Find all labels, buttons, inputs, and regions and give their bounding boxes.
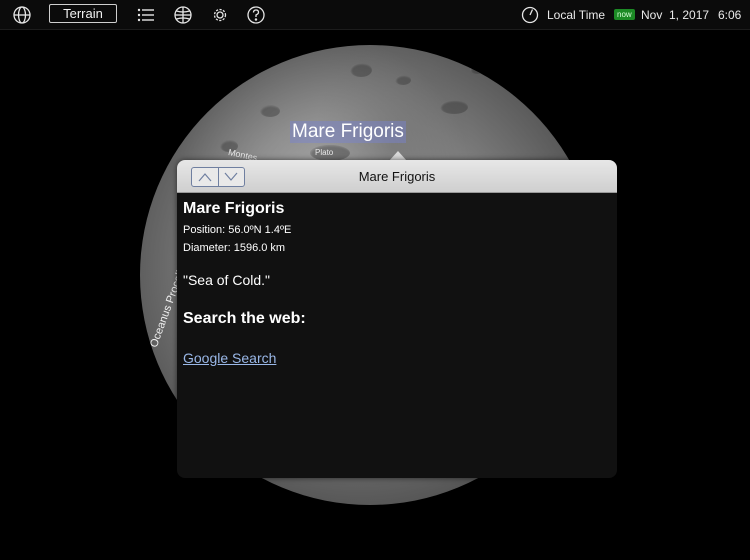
now-button[interactable]: now <box>614 0 635 29</box>
object-name: Mare Frigoris <box>183 200 285 217</box>
chevron-down-icon <box>224 172 238 181</box>
next-button[interactable] <box>217 168 245 186</box>
help-icon[interactable] <box>246 0 266 29</box>
object-description: "Sea of Cold." <box>183 272 270 288</box>
info-popup: Mare Frigoris Mare Frigoris Position: 56… <box>177 160 617 478</box>
time-mode-label[interactable]: Local Time <box>547 0 605 29</box>
chevron-up-icon <box>198 173 212 182</box>
search-heading: Search the web: <box>183 310 306 327</box>
gear-icon[interactable] <box>211 0 229 29</box>
popup-body: Mare Frigoris Position: 56.0ºN 1.4ºE Dia… <box>183 200 608 368</box>
map-label-plato[interactable]: Plato <box>315 148 333 157</box>
top-toolbar: Terrain Local Time now Nov 1, 2017 6:06 <box>0 0 750 30</box>
grid-globe-icon[interactable] <box>173 0 193 29</box>
crater <box>350 63 372 77</box>
popup-header: Mare Frigoris <box>177 160 617 193</box>
object-diameter: Diameter: 1596.0 km <box>183 242 286 254</box>
globe-icon[interactable] <box>12 0 32 29</box>
popup-nav <box>191 167 245 187</box>
map-label-mare-frigoris[interactable]: Mare Frigoris <box>290 121 406 143</box>
terrain-button[interactable]: Terrain <box>49 4 117 23</box>
clock-icon[interactable] <box>521 0 539 29</box>
time-display[interactable]: 6:06 <box>718 0 741 29</box>
list-icon[interactable] <box>137 0 155 29</box>
google-search-link[interactable]: Google Search <box>183 350 276 366</box>
previous-button[interactable] <box>192 168 218 186</box>
app-root: Mare Frigoris Plato Montes Oceanus Proce… <box>0 0 750 560</box>
now-badge[interactable]: now <box>614 9 635 20</box>
object-position: Position: 56.0ºN 1.4ºE <box>183 224 292 236</box>
date-display[interactable]: Nov 1, 2017 <box>641 0 709 29</box>
crater <box>260 105 280 117</box>
crater <box>470 65 484 74</box>
crater <box>395 75 411 85</box>
crater <box>440 100 468 114</box>
